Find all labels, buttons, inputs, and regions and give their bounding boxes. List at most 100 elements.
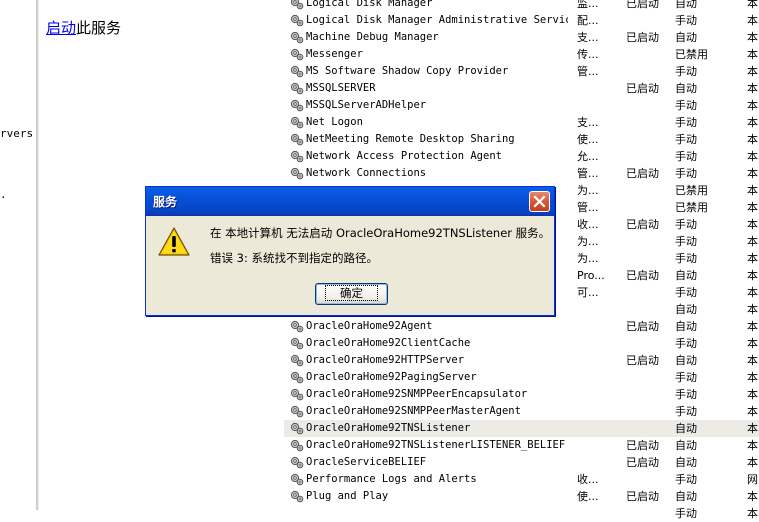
service-logon-as: 本 (747, 320, 758, 333)
service-row[interactable]: OracleOraHome92PagingServer 手动 本 (284, 369, 759, 386)
service-logon-as: 本 (747, 371, 758, 384)
error-message: 在 本地计算机 无法启动 OracleOraHome92TNSListener … (210, 226, 551, 240)
service-description: 收... (577, 218, 599, 231)
service-gear-icon (290, 354, 304, 367)
service-logon-as: 本 (747, 422, 758, 435)
service-logon-as: 本 (747, 201, 758, 214)
service-description: 为... (577, 252, 599, 265)
service-logon-as: 本 (747, 303, 758, 316)
service-description: 支... (577, 116, 599, 129)
service-description: 支... (577, 31, 599, 44)
service-row[interactable]: MSSQLServerADHelper 手动 本 (284, 97, 759, 114)
service-gear-icon (290, 456, 304, 469)
service-startup-type: 手动 (675, 388, 697, 401)
service-row[interactable]: OracleOraHome92Agent 已启动 自动 本 (284, 318, 759, 335)
service-row[interactable]: OracleServiceBELIEF 已启动 自动 本 (284, 454, 759, 471)
service-description: Pro... (577, 269, 605, 282)
service-logon-as: 网 (747, 473, 758, 486)
service-row[interactable]: Network Access Protection Agent 允... 手动 本 (284, 148, 759, 165)
service-logon-as: 本 (747, 269, 758, 282)
service-logon-as: 本 (747, 218, 758, 231)
service-logon-as: 本 (747, 116, 758, 129)
service-description: 传... (577, 48, 599, 61)
service-name: OracleOraHome92SNMPPeerEncapsulator (306, 388, 528, 400)
service-description: 为... (577, 235, 599, 248)
service-gear-icon (290, 405, 304, 418)
service-startup-type: 手动 (675, 133, 697, 146)
dialog-title: 服务 (153, 195, 178, 209)
service-logon-as: 本 (747, 184, 758, 197)
service-gear-icon (290, 422, 304, 435)
ok-button[interactable]: 确定 (315, 283, 388, 305)
service-row[interactable]: Network Connections 管... 已启动 手动 本 (284, 165, 759, 182)
service-gear-icon (290, 31, 304, 44)
service-startup-type: 手动 (675, 99, 697, 112)
service-description: 为... (577, 184, 599, 197)
service-status: 已启动 (626, 82, 659, 95)
service-startup-type: 手动 (675, 150, 697, 163)
service-description: 收... (577, 473, 599, 486)
service-gear-icon (290, 48, 304, 61)
service-name: MS Software Shadow Copy Provider (306, 65, 509, 77)
service-startup-type: 手动 (675, 167, 697, 180)
service-startup-type: 手动 (675, 507, 697, 520)
service-row[interactable]: OracleOraHome92SNMPPeerEncapsulator 手动 本 (284, 386, 759, 403)
service-row[interactable]: OracleOraHome92ClientCache 手动 本 (284, 335, 759, 352)
service-startup-type: 自动 (675, 354, 697, 367)
service-gear-icon (290, 82, 304, 95)
start-service-link[interactable]: 启动 (46, 19, 76, 37)
left-dot-fragment: . (0, 188, 7, 201)
service-row[interactable]: Logical Disk Manager 监... 已启动 自动 本 (284, 0, 759, 12)
service-name: MSSQLSERVER (306, 82, 376, 94)
service-row[interactable]: 手动 本 (284, 505, 759, 522)
service-row[interactable]: OracleOraHome92TNSListener 自动 本 (284, 420, 759, 437)
service-row[interactable]: Net Logon 支... 手动 本 (284, 114, 759, 131)
service-row[interactable]: Messenger 传... 已禁用 本 (284, 46, 759, 63)
service-row[interactable]: Plug and Play 使... 已启动 自动 本 (284, 488, 759, 505)
service-startup-type: 手动 (675, 337, 697, 350)
service-row[interactable]: Logical Disk Manager Administrative Serv… (284, 12, 759, 29)
service-description: 监... (577, 0, 599, 10)
service-startup-type: 自动 (675, 422, 697, 435)
service-gear-icon (290, 320, 304, 333)
dialog-titlebar[interactable]: 服务 (146, 187, 554, 216)
service-logon-as: 本 (747, 167, 758, 180)
splitter[interactable] (36, 0, 39, 510)
service-name: Plug and Play (306, 490, 389, 502)
service-description: 管... (577, 201, 599, 214)
service-startup-type: 自动 (675, 490, 697, 503)
service-row[interactable]: OracleOraHome92HTTPServer 已启动 自动 本 (284, 352, 759, 369)
service-name: OracleOraHome92TNSListenerLISTENER_BELIE… (306, 439, 566, 451)
service-logon-as: 本 (747, 337, 758, 350)
ok-button-label: 确定 (325, 285, 378, 301)
service-logon-as: 本 (747, 252, 758, 265)
service-row[interactable]: NetMeeting Remote Desktop Sharing 使... 手动 本 (284, 131, 759, 148)
service-row[interactable]: OracleOraHome92TNSListenerLISTENER_BELIE… (284, 437, 759, 454)
service-description: 管... (577, 167, 599, 180)
service-startup-type: 自动 (675, 320, 697, 333)
service-row[interactable]: Machine Debug Manager 支... 已启动 自动 本 (284, 29, 759, 46)
service-logon-as: 本 (747, 99, 758, 112)
service-row[interactable]: MS Software Shadow Copy Provider 管... 手动 本 (284, 63, 759, 80)
service-description: 配... (577, 14, 599, 27)
service-name: Net Logon (306, 116, 363, 128)
service-gear-icon (290, 14, 304, 27)
service-startup-type: 自动 (675, 439, 697, 452)
service-logon-as: 本 (747, 490, 758, 503)
service-row[interactable]: Performance Logs and Alerts 收... 手动 网 (284, 471, 759, 488)
service-row[interactable]: OracleOraHome92SNMPPeerMasterAgent 手动 本 (284, 403, 759, 420)
service-name: MSSQLServerADHelper (306, 99, 427, 111)
start-service-text: 启动此服务 (46, 17, 121, 38)
service-logon-as: 本 (747, 235, 758, 248)
service-gear-icon (290, 0, 304, 10)
service-startup-type: 手动 (675, 116, 697, 129)
service-gear-icon (290, 150, 304, 163)
close-button[interactable] (529, 191, 550, 212)
service-logon-as: 本 (747, 82, 758, 95)
service-status: 已启动 (626, 0, 659, 10)
service-row[interactable]: MSSQLSERVER 已启动 自动 本 (284, 80, 759, 97)
service-gear-icon (290, 167, 304, 180)
service-status: 已启动 (626, 354, 659, 367)
service-startup-type: 已禁用 (675, 48, 708, 61)
service-logon-as: 本 (747, 31, 758, 44)
